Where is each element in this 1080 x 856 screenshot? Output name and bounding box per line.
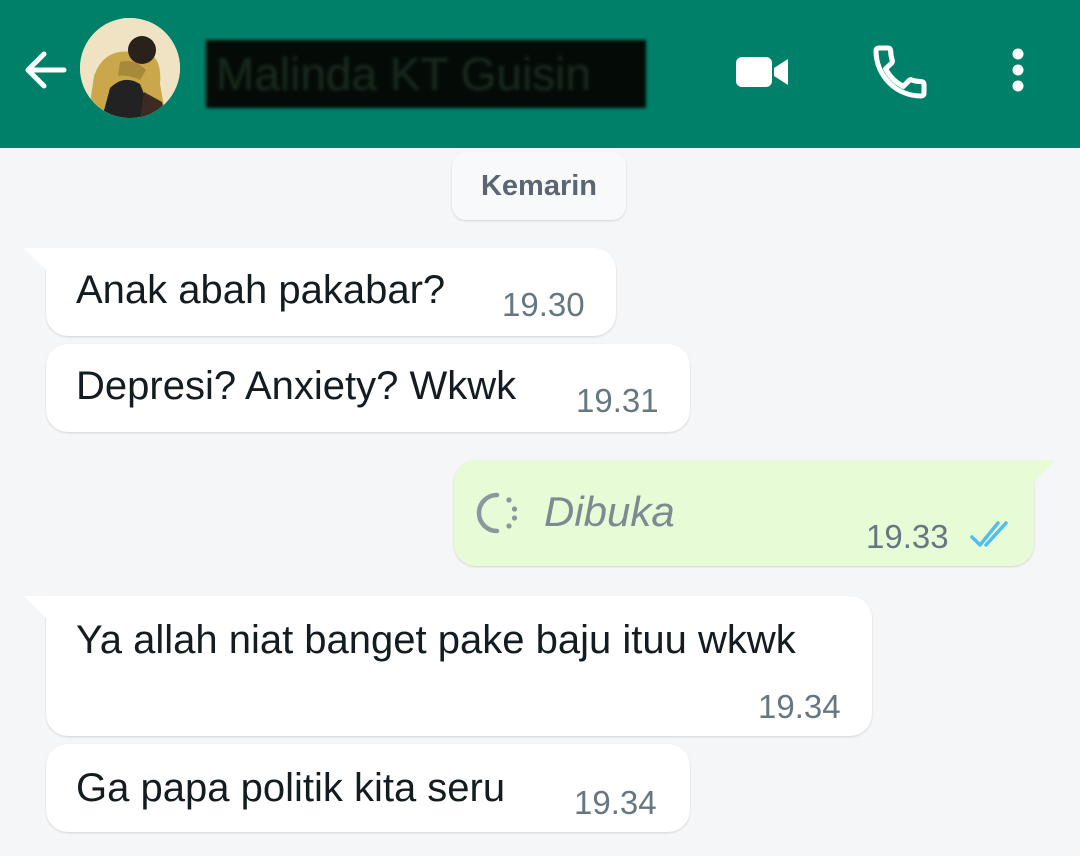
incoming-message[interactable]: Depresi? Anxiety? Wkwk 19.31 [46, 344, 690, 432]
bubble-tail [24, 596, 48, 620]
voice-call-button[interactable] [868, 40, 932, 104]
incoming-message[interactable]: Ga papa politik kita seru 19.34 [46, 744, 690, 832]
message-text: Ya allah niat banget pake baju ituu wkwk [76, 618, 796, 662]
bubble-tail [24, 248, 48, 272]
more-options-button[interactable] [986, 40, 1050, 104]
incoming-message[interactable]: Ya allah niat banget pake baju ituu wkwk… [24, 596, 872, 736]
message-text: Ga papa politik kita seru [76, 766, 506, 810]
message-time: 19.33 [866, 518, 949, 555]
message-time: 19.34 [758, 688, 841, 725]
view-once-opened-icon [476, 492, 518, 534]
contact-name-redacted[interactable]: Malinda KT Guisin [206, 40, 646, 108]
date-separator: Kemarin [452, 152, 626, 220]
message-text: Depresi? Anxiety? Wkwk [76, 364, 517, 408]
message-time: 19.34 [574, 784, 657, 821]
message-time: 19.30 [502, 286, 585, 323]
message-text: Anak abah pakabar? [76, 268, 446, 312]
bubble-tail [1032, 460, 1056, 484]
profile-photo [80, 18, 180, 118]
video-call-button[interactable] [730, 40, 794, 104]
video-camera-icon [736, 57, 788, 87]
chat-header: Malinda KT Guisin [0, 0, 1080, 148]
avatar[interactable] [80, 18, 180, 118]
outgoing-message-view-once[interactable]: Dibuka 19.33 [454, 460, 1056, 566]
message-text: Dibuka [544, 488, 675, 535]
message-time: 19.31 [576, 382, 659, 419]
read-double-check-icon [970, 521, 1008, 547]
incoming-message[interactable]: Anak abah pakabar? 19.30 [24, 248, 616, 336]
more-vertical-icon [1012, 48, 1024, 92]
phone-icon [873, 45, 927, 99]
arrow-left-icon [25, 51, 67, 89]
back-button[interactable] [20, 44, 72, 96]
